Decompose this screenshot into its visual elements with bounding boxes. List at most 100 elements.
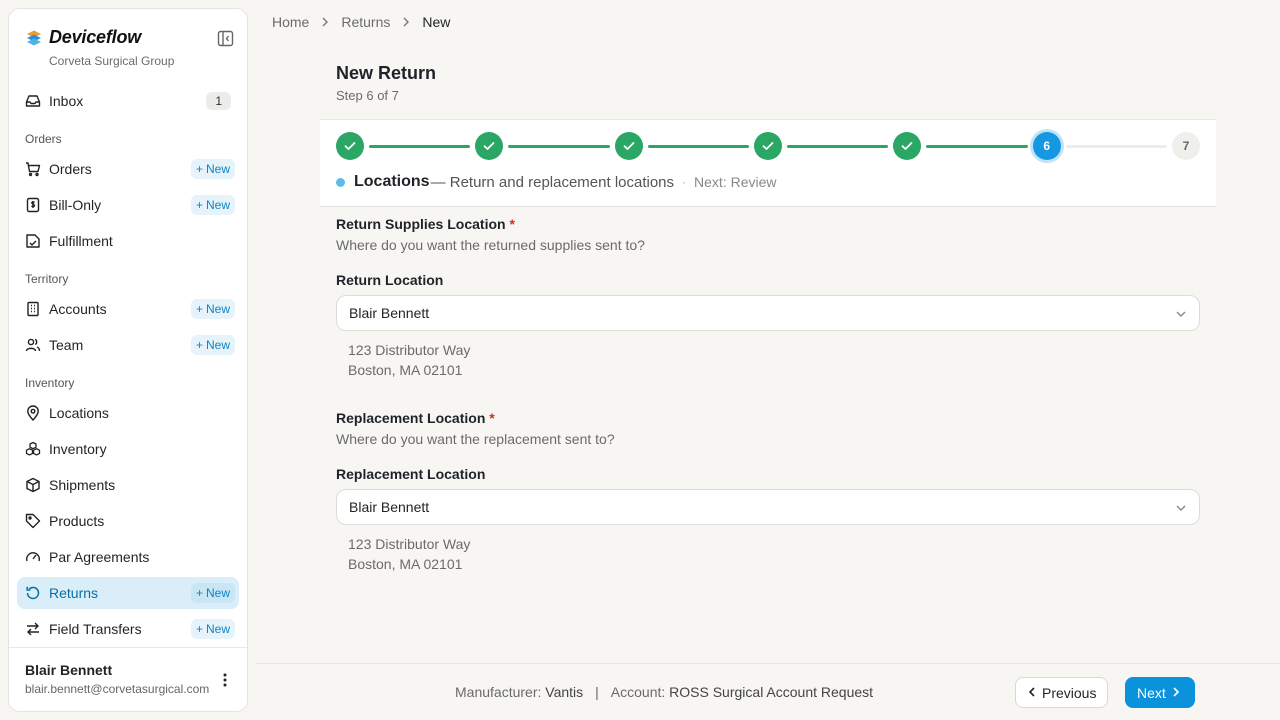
sidebar-item-inventory[interactable]: Inventory [17, 433, 239, 465]
sidebar-item-label: Fulfillment [49, 233, 113, 249]
return-address: 123 Distributor Way Boston, MA 02101 [336, 340, 1200, 380]
sidebar-item-inbox[interactable]: Inbox 1 [17, 85, 239, 117]
page-step: Step 6 of 7 [336, 88, 399, 103]
sidebar-item-locations[interactable]: Locations [17, 397, 239, 429]
return-location-select[interactable]: Blair Bennett [336, 295, 1200, 331]
sidebar-item-label: Inbox [49, 93, 84, 109]
org-name: Corveta Surgical Group [49, 54, 175, 68]
sidebar-item-products[interactable]: Products [17, 505, 239, 537]
replacement-address-line1: 123 Distributor Way [348, 536, 471, 552]
sidebar-item-accounts[interactable]: Accounts + New [17, 293, 239, 325]
gauge-icon [25, 549, 41, 565]
step-4-circle [754, 132, 782, 160]
inbox-icon [25, 93, 41, 109]
next-step-label: Next: Review [694, 174, 777, 190]
section-title-territory: Territory [25, 272, 69, 286]
deviceflow-logo-icon [27, 30, 41, 45]
return-location-label: Return Location [336, 272, 444, 288]
new-label: New [205, 622, 230, 636]
step-connector [926, 145, 1028, 148]
tag-icon [25, 513, 41, 529]
step-connector [508, 145, 610, 148]
new-team-member-button[interactable]: + New [190, 335, 235, 355]
step-number: 7 [1182, 139, 1190, 153]
sidebar-item-orders[interactable]: Orders + New [17, 153, 239, 185]
sidebar-item-label: Bill-Only [49, 197, 102, 213]
return-section-title-text: Return Supplies Location [336, 216, 506, 232]
new-label: New [205, 162, 230, 176]
sidebar-item-label: Returns [49, 585, 99, 601]
return-location-section: Return Supplies Location * Where do you … [336, 216, 1200, 380]
manufacturer-value: Vantis [545, 684, 584, 700]
new-return-button[interactable]: + New [190, 583, 235, 603]
meta-divider: | [595, 684, 599, 700]
sidebar-item-label: Field Transfers [49, 621, 142, 637]
step-number: 6 [1043, 139, 1050, 153]
return-section-title: Return Supplies Location * [336, 216, 1200, 232]
boxes-icon [25, 441, 41, 457]
previous-label: Previous [1042, 684, 1097, 701]
replacement-address: 123 Distributor Way Boston, MA 02101 [336, 534, 1200, 574]
chevron-right-icon [321, 16, 329, 28]
replacement-section-description: Where do you want the replacement sent t… [336, 431, 615, 447]
sidebar-item-returns[interactable]: Returns + New [17, 577, 239, 609]
sidebar-item-team[interactable]: Team + New [17, 329, 239, 361]
map-pin-icon [25, 405, 41, 421]
replacement-location-label: Replacement Location [336, 466, 486, 482]
plus-icon: + [195, 622, 203, 636]
new-bill-only-button[interactable]: + New [190, 195, 235, 215]
progress-stepper: 6 7 Locations — Return and replacement lo… [320, 119, 1216, 207]
step-2-circle [475, 132, 504, 160]
check-icon [483, 142, 495, 150]
step-connector [787, 145, 889, 148]
step-1-circle [336, 132, 364, 160]
sidebar-item-field-transfers[interactable]: Field Transfers + New [17, 613, 239, 645]
sidebar-item-par-agreements[interactable]: Par Agreements [17, 541, 239, 573]
user-profile[interactable]: Blair Bennett blair.bennett@corvetasurgi… [9, 647, 247, 711]
new-label: New [205, 586, 230, 600]
new-label: New [205, 198, 230, 212]
sidebar-item-label: Products [49, 513, 105, 529]
check-icon [901, 142, 913, 150]
sidebar: Deviceflow Corveta Surgical Group Inbox … [8, 8, 248, 712]
more-vertical-icon[interactable] [217, 670, 233, 690]
breadcrumb-home[interactable]: Home [272, 14, 309, 30]
brand[interactable]: Deviceflow [25, 27, 141, 48]
new-label: New [205, 338, 230, 352]
account-label: Account: [610, 684, 666, 700]
replacement-section-title-text: Replacement Location [336, 410, 486, 426]
users-icon [25, 337, 41, 353]
check-icon [344, 142, 356, 150]
new-account-button[interactable]: + New [190, 299, 235, 319]
order-context: Manufacturer: Vantis | Account: ROSS Sur… [455, 684, 873, 700]
required-marker: * [509, 216, 515, 232]
collapse-sidebar-icon[interactable] [214, 27, 236, 49]
sidebar-item-shipments[interactable]: Shipments [17, 469, 239, 501]
new-order-button[interactable]: + New [190, 159, 235, 179]
inbox-count-badge: 1 [206, 92, 231, 110]
check-icon [762, 142, 774, 150]
previous-button[interactable]: Previous [1015, 677, 1109, 708]
replacement-location-select[interactable]: Blair Bennett [336, 489, 1200, 525]
breadcrumb: Home Returns New [272, 14, 450, 30]
step-connector [369, 145, 471, 148]
step-3-circle [614, 132, 643, 160]
sidebar-item-fulfillment[interactable]: Fulfillment [17, 225, 239, 257]
plus-icon: + [195, 302, 203, 316]
transfer-icon [25, 621, 41, 637]
sidebar-item-bill-only[interactable]: Bill-Only + New [17, 189, 239, 221]
building-icon [25, 301, 41, 317]
next-label: Next [1137, 684, 1166, 701]
plus-icon: + [195, 586, 203, 600]
step-7-circle: 7 [1172, 132, 1200, 160]
sidebar-item-label: Accounts [49, 301, 107, 317]
status-separator: · [682, 175, 687, 189]
replacement-section-title: Replacement Location * [336, 410, 1200, 426]
return-location-value: Blair Bennett [349, 305, 430, 321]
current-step-status: Locations — Return and replacement locat… [336, 173, 777, 191]
return-icon [25, 585, 41, 601]
breadcrumb-returns[interactable]: Returns [341, 14, 390, 30]
next-button[interactable]: Next [1125, 677, 1195, 708]
new-field-transfer-button[interactable]: + New [190, 619, 235, 639]
box-tag-icon [25, 233, 41, 249]
